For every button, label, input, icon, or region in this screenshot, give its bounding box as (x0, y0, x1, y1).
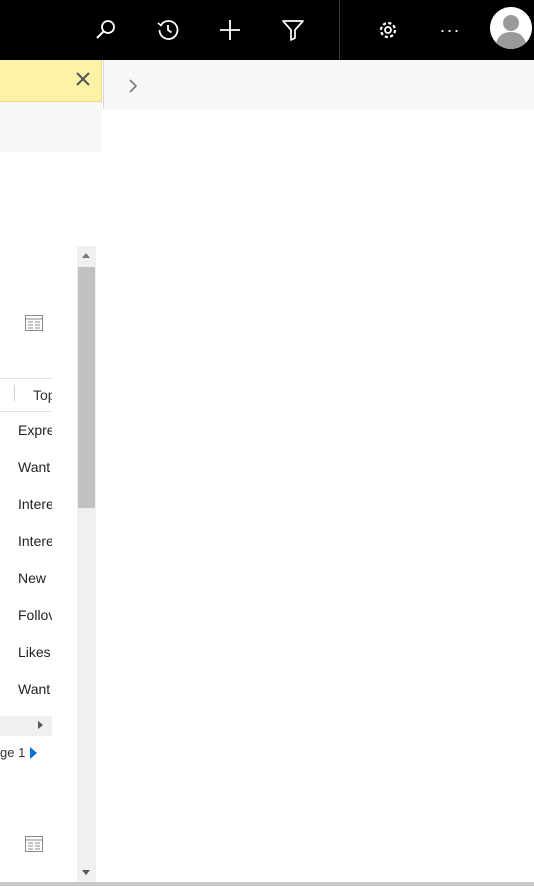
bottom-edge (0, 882, 534, 886)
horizontal-scrollbar[interactable] (0, 716, 52, 736)
close-icon[interactable] (72, 68, 94, 90)
search-icon[interactable] (90, 14, 122, 46)
chevron-right-icon[interactable] (121, 74, 145, 98)
side-pane-header (103, 60, 534, 109)
table-row[interactable]: Intere (0, 486, 52, 523)
vertical-scrollbar[interactable] (77, 246, 96, 882)
table-rows: Expre Want Intere Intere New Follov Like… (0, 412, 52, 708)
view-grid-icon[interactable] (25, 836, 43, 852)
table-row[interactable]: Want (0, 671, 52, 708)
page-number: ge 1 (0, 745, 26, 760)
scroll-down-arrow-icon[interactable] (82, 870, 90, 875)
row-cell: Want (18, 459, 51, 475)
table-row[interactable]: Likes (0, 634, 52, 671)
top-nav-bar: ··· (0, 0, 534, 60)
row-cell: New (18, 570, 47, 586)
row-cell: Want (18, 681, 51, 697)
more-label: ··· (439, 20, 461, 40)
advanced-filter-icon[interactable] (277, 14, 309, 46)
recent-history-icon[interactable] (152, 14, 184, 46)
table-row[interactable]: Expre (0, 412, 52, 449)
more-ellipsis-icon[interactable]: ··· (434, 14, 466, 46)
notification-bar (0, 60, 102, 102)
view-grid-icon[interactable] (25, 315, 43, 331)
table-row[interactable]: Want (0, 449, 52, 486)
row-cell: Likes (18, 644, 51, 660)
user-avatar-icon[interactable] (490, 7, 532, 49)
row-cell: Follov (18, 607, 52, 623)
row-cell: Expre (18, 422, 52, 438)
settings-gear-icon[interactable] (372, 14, 404, 46)
scroll-right-arrow-icon[interactable] (38, 721, 43, 729)
column-separator[interactable] (14, 385, 15, 401)
table-header: Top (0, 378, 52, 412)
table-row[interactable]: Intere (0, 523, 52, 560)
column-header-topic[interactable]: Top (33, 387, 52, 403)
scrollbar-thumb[interactable] (78, 267, 95, 508)
row-cell: Intere (18, 533, 52, 549)
next-page-arrow-icon[interactable] (30, 747, 37, 759)
pager: ge 1 (0, 744, 52, 762)
row-cell: Intere (18, 496, 52, 512)
left-command-bar (0, 102, 102, 152)
table-row[interactable]: New (0, 560, 52, 597)
table-row[interactable]: Follov (0, 597, 52, 634)
topbar-divider (339, 0, 340, 60)
scroll-up-arrow-icon[interactable] (82, 253, 90, 258)
new-plus-icon[interactable] (214, 14, 246, 46)
